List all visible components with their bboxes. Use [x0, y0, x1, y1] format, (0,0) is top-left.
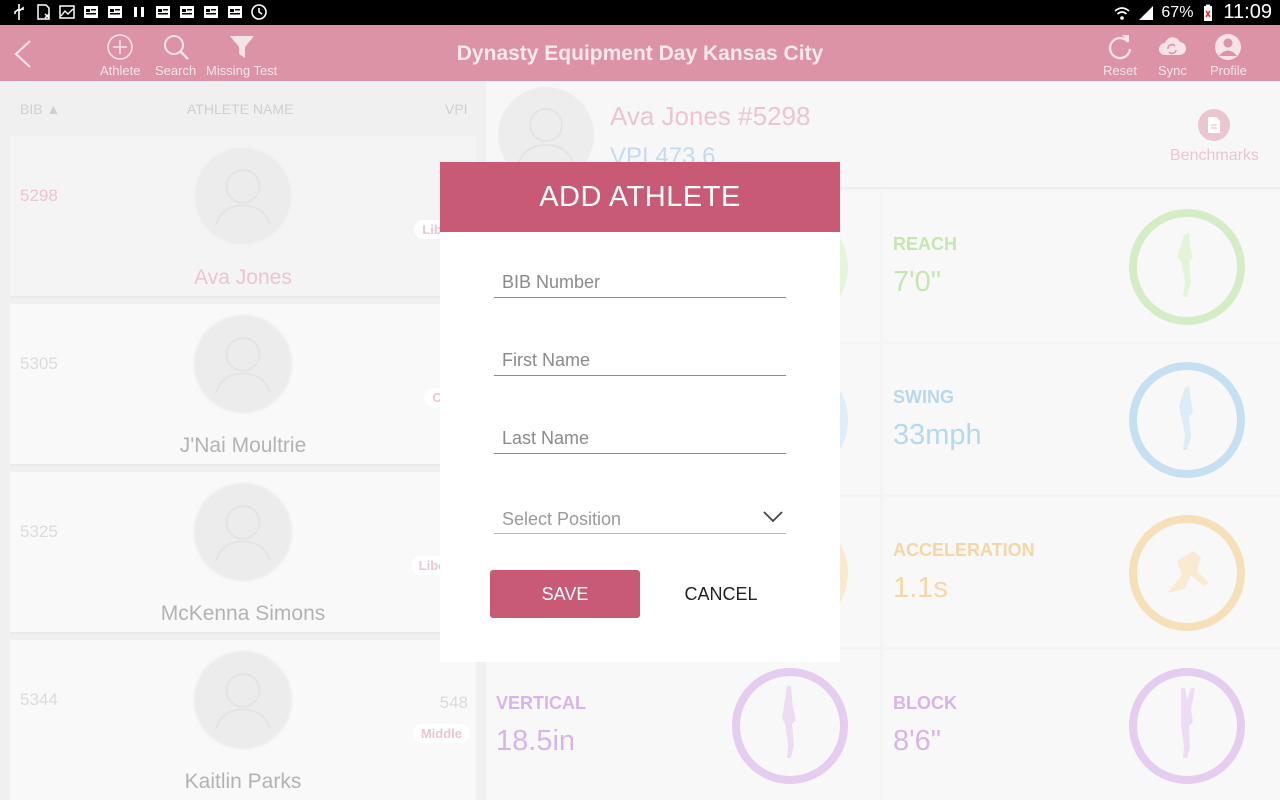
battery-icon	[1199, 4, 1217, 22]
status-right: 67% 11:09	[1113, 0, 1272, 25]
notification-icon	[202, 3, 220, 21]
sd-card-icon	[34, 3, 52, 21]
last-name-field[interactable]	[494, 424, 786, 454]
clock: 11:09	[1223, 1, 1272, 23]
chevron-down-icon	[763, 511, 783, 523]
signal-icon	[1137, 4, 1155, 22]
first-name-field[interactable]	[494, 346, 786, 376]
position-select[interactable]: Select Position	[494, 502, 786, 534]
clock-sync-icon	[250, 3, 268, 21]
usb-icon	[10, 3, 28, 21]
notification-icon	[82, 3, 100, 21]
bib-number-input[interactable]	[494, 268, 786, 296]
dialog-title: ADD ATHLETE	[440, 162, 840, 232]
save-button[interactable]: SAVE	[490, 570, 640, 618]
status-icons	[10, 3, 268, 21]
notification-icon	[226, 3, 244, 21]
first-name-input[interactable]	[494, 346, 786, 374]
cancel-button[interactable]: CANCEL	[666, 570, 776, 618]
position-select-value: Select Position	[502, 509, 622, 529]
bib-number-field[interactable]	[494, 268, 786, 298]
notification-icon	[178, 3, 196, 21]
image-icon	[58, 3, 76, 21]
status-bar: 67% 11:09	[0, 0, 1280, 25]
battery-percent: 67%	[1161, 3, 1194, 21]
add-athlete-dialog: ADD ATHLETE Select Position SAVE CANCEL	[440, 162, 840, 662]
last-name-input[interactable]	[494, 424, 786, 452]
wifi-icon	[1113, 4, 1131, 22]
notification-icon	[154, 3, 172, 21]
pause-icon	[130, 3, 148, 21]
notification-icon	[106, 3, 124, 21]
